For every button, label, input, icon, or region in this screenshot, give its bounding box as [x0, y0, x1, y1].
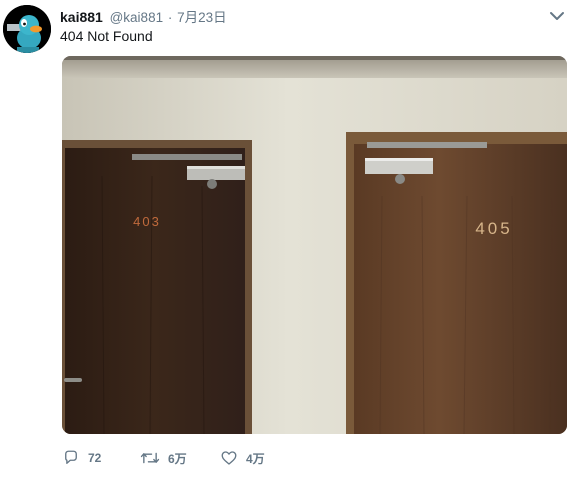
tweet: kai881 @kai881 · 7月23日 404 Not Found 403… — [0, 0, 571, 479]
tweet-text: 404 Not Found — [60, 28, 153, 44]
user-handle[interactable]: @kai881 — [110, 10, 164, 25]
chevron-down-icon[interactable] — [549, 9, 565, 21]
avatar-image — [3, 5, 51, 53]
tweet-actions: 72 6万 4万 — [62, 447, 542, 469]
door-number-403: 403 — [133, 214, 161, 229]
tweet-date[interactable]: 7月23日 — [177, 10, 227, 25]
like-count: 4万 — [246, 451, 265, 466]
tweet-header: kai881 @kai881 · 7月23日 — [60, 8, 560, 26]
tweet-photo[interactable]: 403 405 — [62, 56, 567, 434]
heart-icon — [221, 451, 237, 465]
reply-count: 72 — [88, 451, 102, 465]
avatar[interactable] — [3, 5, 51, 53]
door-number-405: 405 — [475, 219, 512, 238]
like-button[interactable]: 4万 — [220, 449, 265, 467]
retweet-count: 6万 — [168, 451, 187, 466]
retweet-button[interactable]: 6万 — [140, 449, 220, 467]
retweet-icon — [140, 452, 160, 464]
reply-button[interactable]: 72 — [62, 449, 140, 467]
separator-dot: · — [167, 10, 173, 25]
reply-icon — [65, 450, 77, 464]
display-name[interactable]: kai881 — [60, 9, 103, 25]
